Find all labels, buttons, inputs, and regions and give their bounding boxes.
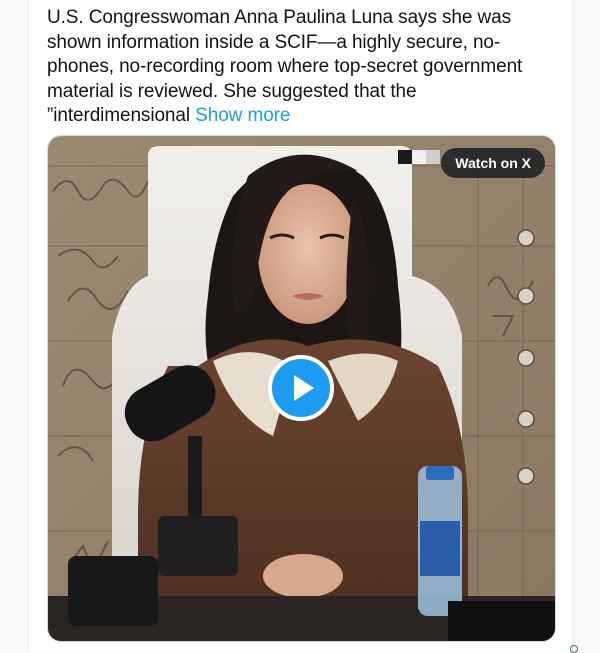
play-icon [294,375,314,401]
watch-on-x-button[interactable]: Watch on X [441,148,545,178]
video-player[interactable]: Watch on X [47,135,556,642]
show-more-link[interactable]: Show more [195,105,290,126]
play-button[interactable] [268,355,334,421]
tweet-text: U.S. Congresswoman Anna Paulina Luna say… [47,6,557,129]
